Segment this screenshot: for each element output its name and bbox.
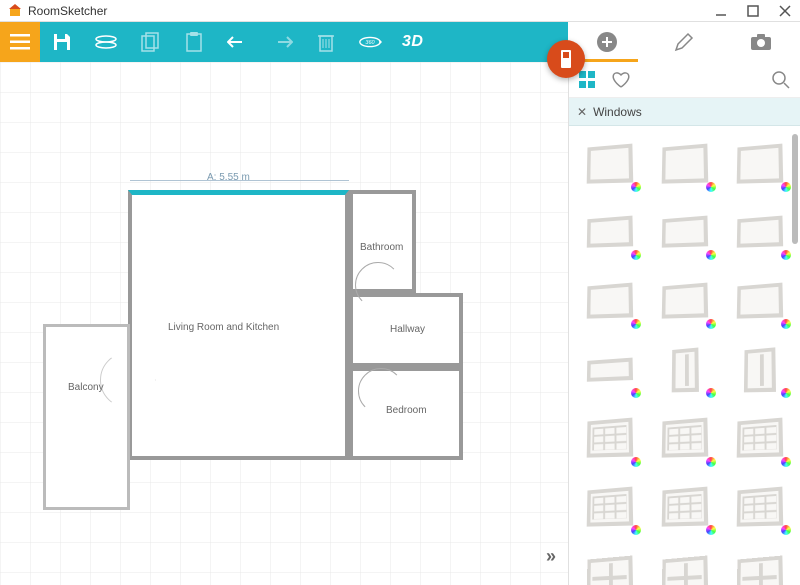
layers-button[interactable] bbox=[94, 30, 118, 54]
window-item[interactable] bbox=[575, 407, 644, 470]
color-badge-icon bbox=[631, 525, 641, 535]
window-item[interactable] bbox=[650, 132, 719, 195]
window-item[interactable] bbox=[725, 338, 794, 401]
window-item[interactable] bbox=[725, 544, 794, 585]
rotate-360-button[interactable]: 360 bbox=[358, 30, 382, 54]
window-item[interactable] bbox=[725, 132, 794, 195]
color-badge-icon bbox=[706, 319, 716, 329]
window-item[interactable] bbox=[725, 407, 794, 470]
window-item[interactable] bbox=[650, 269, 719, 332]
redo-button[interactable] bbox=[270, 30, 294, 54]
view-3d-button[interactable]: 3D bbox=[402, 33, 423, 51]
label-living: Living Room and Kitchen bbox=[168, 322, 279, 333]
room-balcony[interactable] bbox=[43, 324, 130, 510]
window-item[interactable] bbox=[575, 132, 644, 195]
search-icon[interactable] bbox=[772, 71, 790, 89]
color-badge-icon bbox=[706, 250, 716, 260]
color-badge-icon bbox=[781, 250, 791, 260]
window-item[interactable] bbox=[650, 407, 719, 470]
window-item[interactable] bbox=[575, 269, 644, 332]
label-bathroom: Bathroom bbox=[360, 242, 403, 253]
floorplan-canvas[interactable]: A: 5.55 m B: 5.33 m Living Room and Kitc… bbox=[0, 62, 568, 585]
label-hallway: Hallway bbox=[390, 324, 425, 335]
color-badge-icon bbox=[631, 388, 641, 398]
sidebar-mode-tabs bbox=[568, 22, 800, 62]
color-badge-icon bbox=[631, 250, 641, 260]
color-badge-icon bbox=[781, 319, 791, 329]
close-button[interactable] bbox=[778, 4, 792, 18]
window-item[interactable] bbox=[725, 476, 794, 539]
window-item[interactable] bbox=[650, 476, 719, 539]
window-item[interactable] bbox=[725, 201, 794, 264]
window-item[interactable] bbox=[650, 544, 719, 585]
tab-edit[interactable] bbox=[645, 22, 722, 62]
app-logo-icon bbox=[8, 4, 22, 18]
undo-button[interactable] bbox=[226, 30, 250, 54]
label-bedroom: Bedroom bbox=[386, 405, 427, 416]
color-badge-icon bbox=[631, 319, 641, 329]
color-badge-icon bbox=[706, 388, 716, 398]
window-item[interactable] bbox=[575, 544, 644, 585]
sidebar: ✕ Windows bbox=[568, 62, 800, 585]
color-badge-icon bbox=[781, 457, 791, 467]
window-item[interactable] bbox=[650, 201, 719, 264]
save-button[interactable] bbox=[50, 30, 74, 54]
window-item[interactable] bbox=[725, 269, 794, 332]
color-badge-icon bbox=[781, 388, 791, 398]
mode-badge-button[interactable] bbox=[547, 40, 585, 78]
window-titlebar: RoomSketcher bbox=[0, 0, 800, 22]
minimize-button[interactable] bbox=[714, 4, 728, 18]
delete-button[interactable] bbox=[314, 30, 338, 54]
dimension-a-label: A: 5.55 m bbox=[207, 172, 250, 183]
paste-button[interactable] bbox=[182, 30, 206, 54]
app-title: RoomSketcher bbox=[28, 4, 107, 18]
category-header[interactable]: ✕ Windows bbox=[569, 98, 800, 126]
window-item[interactable] bbox=[575, 338, 644, 401]
sidebar-toolbar bbox=[569, 62, 800, 98]
svg-text:360: 360 bbox=[365, 40, 375, 46]
menu-button[interactable] bbox=[0, 22, 40, 62]
copy-button[interactable] bbox=[138, 30, 162, 54]
close-category-icon[interactable]: ✕ bbox=[577, 105, 587, 119]
favorites-icon[interactable] bbox=[611, 71, 631, 89]
color-badge-icon bbox=[706, 457, 716, 467]
items-grid bbox=[569, 126, 800, 585]
color-badge-icon bbox=[631, 182, 641, 192]
color-badge-icon bbox=[781, 182, 791, 192]
expand-sidebar-button[interactable]: » bbox=[546, 546, 556, 567]
window-item[interactable] bbox=[575, 201, 644, 264]
maximize-button[interactable] bbox=[746, 4, 760, 18]
grid-view-icon[interactable] bbox=[579, 71, 597, 89]
color-badge-icon bbox=[706, 525, 716, 535]
tab-camera[interactable] bbox=[723, 22, 800, 62]
window-item[interactable] bbox=[650, 338, 719, 401]
label-balcony: Balcony bbox=[68, 382, 104, 393]
category-label: Windows bbox=[593, 105, 642, 119]
color-badge-icon bbox=[781, 525, 791, 535]
color-badge-icon bbox=[631, 457, 641, 467]
main-toolbar: 360 3D bbox=[40, 22, 568, 62]
window-item[interactable] bbox=[575, 476, 644, 539]
color-badge-icon bbox=[706, 182, 716, 192]
